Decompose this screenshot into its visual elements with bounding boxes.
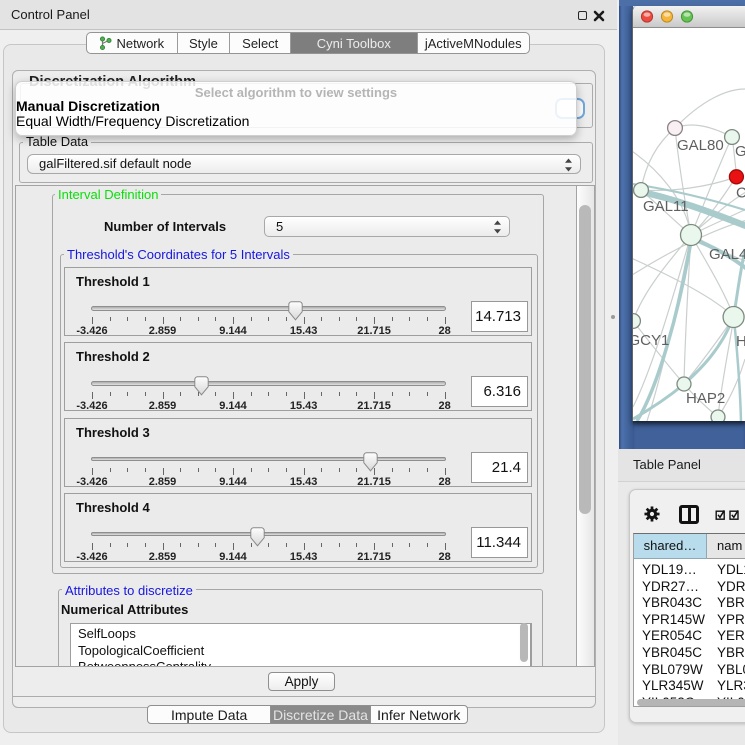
svg-text:GAL11: GAL11 [643, 198, 689, 215]
svg-text:GAL4: GAL4 [709, 246, 745, 263]
svg-text:GCY1: GCY1 [633, 332, 669, 349]
svg-text:HIS4: HIS4 [736, 333, 745, 350]
svg-text:GAL80: GAL80 [677, 137, 724, 154]
svg-text:C..: C.. [736, 185, 745, 202]
svg-text:G..: G.. [735, 143, 745, 160]
svg-text:HAP2: HAP2 [686, 390, 725, 407]
